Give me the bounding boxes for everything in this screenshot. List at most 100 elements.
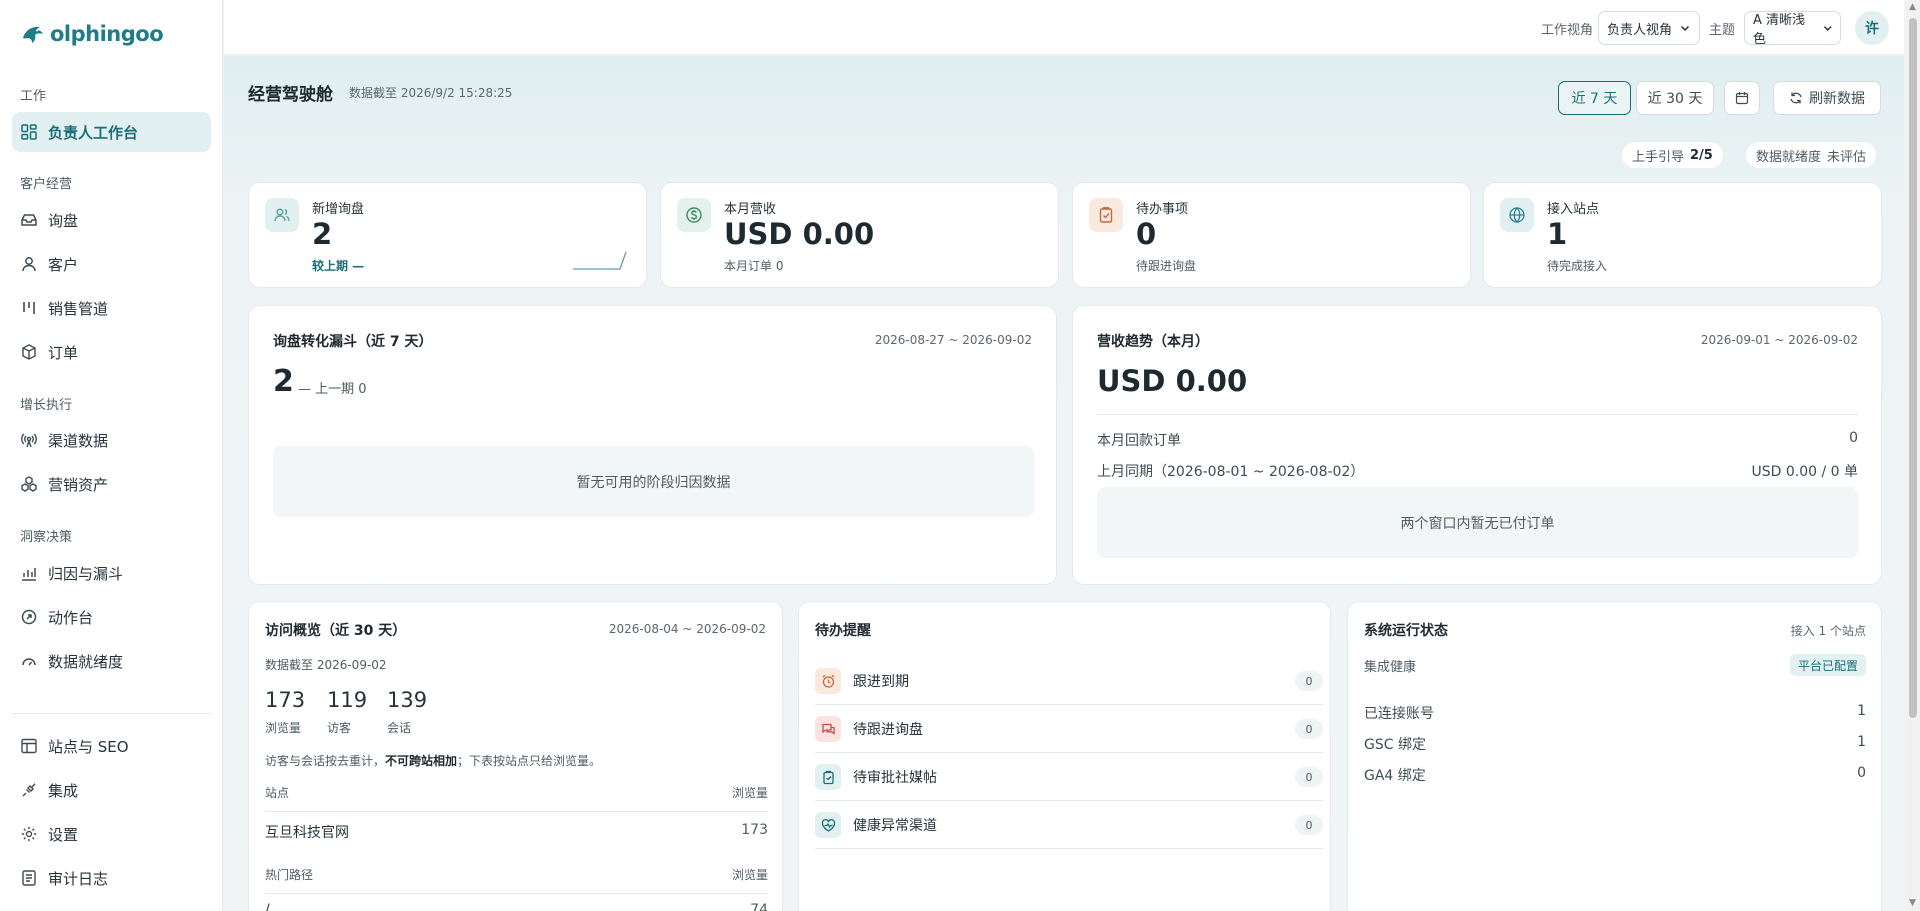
reminder-count: 0: [1295, 815, 1323, 835]
kpi-sub: 待完成接入: [1547, 259, 1608, 273]
chevron-down-icon: [1823, 26, 1832, 31]
onboarding-pill[interactable]: 上手引导 2/5: [1622, 142, 1723, 168]
broadcast-icon: [21, 433, 37, 448]
sidebar-item-settings[interactable]: 设置: [12, 814, 211, 854]
revenue-empty-state: 两个窗口内暂无已付订单: [1097, 487, 1858, 558]
logo[interactable]: olphingoo: [20, 20, 164, 48]
assets-icon: [21, 476, 37, 492]
revenue-card: 营收趋势（本月） 2026-09-01 ~ 2026-09-02 USD 0.0…: [1072, 305, 1882, 585]
logo-text: olphingoo: [50, 22, 164, 46]
plug-icon: [22, 783, 36, 797]
sidebar-item-label: 客户: [48, 255, 79, 274]
revenue-row-label: 本月回款订单: [1097, 433, 1181, 449]
reminder-item-followup-due[interactable]: 跟进到期 0: [815, 658, 1323, 705]
system-row-label: 已连接账号: [1364, 706, 1434, 722]
avatar[interactable]: 许: [1855, 11, 1889, 45]
reminder-count: 0: [1295, 767, 1323, 787]
nav-section-growth: 增长执行: [20, 398, 73, 413]
onboarding-value: 2/5: [1690, 147, 1713, 163]
revenue-value: USD 0.00: [1097, 364, 1248, 398]
sidebar-item-label: 动作台: [48, 608, 94, 627]
sidebar-item-actions[interactable]: 动作台: [12, 597, 211, 637]
reminder-item-social-approval[interactable]: 待审批社媒帖 0: [815, 754, 1323, 801]
sidebar-item-owner-workbench[interactable]: 负责人工作台: [12, 112, 211, 152]
visits-as-of: 数据截至 2026-09-02: [265, 658, 387, 672]
reminders-card: 待办提醒 跟进到期 0 待跟进询盘 0 待审批社媒帖 0 健康异常渠道 0: [798, 601, 1331, 911]
visits-title: 访问概览（近 30 天）: [265, 623, 407, 639]
sidebar-item-sites-seo[interactable]: 站点与 SEO: [12, 726, 211, 766]
kpi-card-todos[interactable]: 待办事项 0 待跟进询盘: [1072, 182, 1471, 288]
sidebar-item-label: 询盘: [48, 211, 79, 230]
sidebar-divider: [12, 713, 211, 714]
action-icon: [21, 609, 37, 625]
system-row-value: 1: [1857, 734, 1866, 750]
visits-note: 访客与会话按去重计，不可跨站相加；下表按站点只给浏览量。: [265, 754, 602, 768]
gauge-icon: [22, 658, 36, 666]
view-select-value: 负责人视角: [1607, 22, 1673, 38]
sidebar-item-customers[interactable]: 客户: [12, 244, 211, 284]
status-badge: 平台已配置: [1789, 654, 1866, 676]
readiness-pill[interactable]: 数据就绪度 未评估: [1746, 142, 1877, 168]
visits-stat-value: 173: [265, 688, 306, 712]
reminder-count: 0: [1295, 719, 1323, 739]
reminder-item-pending-inquiries[interactable]: 待跟进询盘 0: [815, 706, 1323, 753]
theme-select-value: A 清晰浅色: [1753, 13, 1806, 47]
sidebar-item-label: 数据就绪度: [48, 652, 124, 671]
view-label: 工作视角: [1541, 23, 1594, 38]
site-icon: [21, 738, 37, 754]
sidebar-item-data-readiness[interactable]: 数据就绪度: [12, 641, 211, 681]
kpi-sub: 待跟进询盘: [1136, 259, 1197, 273]
visits-stat-label: 浏览量: [265, 721, 302, 735]
dolphin-logo-icon: [23, 26, 43, 43]
onboarding-label: 上手引导: [1632, 149, 1685, 165]
range-30-days-button[interactable]: 近 30 天: [1636, 81, 1714, 115]
kpi-card-new-inquiries[interactable]: 新增询盘 2 较上期 —: [248, 182, 647, 288]
sidebar-item-attribution[interactable]: 归因与漏斗: [12, 553, 211, 593]
revenue-date: 2026-09-01 ~ 2026-09-02: [1700, 333, 1858, 347]
sidebar-item-pipeline[interactable]: 销售管道: [12, 288, 211, 328]
kpi-label: 待办事项: [1136, 202, 1189, 217]
visits-stat-label: 访客: [327, 721, 352, 735]
nav-section-work: 工作: [20, 89, 47, 104]
dollar-icon: [677, 198, 711, 232]
sidebar-item-label: 渠道数据: [48, 431, 109, 450]
sidebar-item-marketing-assets[interactable]: 营销资产: [12, 464, 211, 504]
kpi-sub: 较上期 —: [312, 259, 365, 273]
refresh-button[interactable]: 刷新数据: [1773, 81, 1881, 115]
sidebar-item-audit-log[interactable]: 审计日志: [12, 858, 211, 898]
kpi-label: 新增询盘: [312, 202, 365, 217]
alarm-icon: [815, 668, 841, 694]
system-row-label: GSC 绑定: [1364, 737, 1426, 753]
page-subtitle: 数据截至 2026/9/2 15:28:25: [349, 86, 513, 100]
sidebar-item-label: 销售管道: [48, 299, 109, 318]
page-scrollbar[interactable]: ▲ ▼: [1906, 0, 1920, 911]
scroll-up-icon[interactable]: ▲: [1909, 2, 1916, 12]
readiness-label: 数据就绪度: [1756, 149, 1822, 165]
kpi-card-monthly-revenue[interactable]: 本月营收 USD 0.00 本月订单 0: [660, 182, 1059, 288]
sidebar-item-orders[interactable]: 订单: [12, 332, 211, 372]
system-status-card: 系统运行状态 接入 1 个站点 集成健康 平台已配置 已连接账号 1 GSC 绑…: [1347, 601, 1882, 911]
readiness-value: 未评估: [1827, 149, 1867, 165]
visits-stat-value: 119: [327, 688, 368, 712]
sidebar-item-label: 审计日志: [48, 869, 109, 888]
visits-stat-value: 139: [387, 688, 428, 712]
view-select[interactable]: 负责人视角: [1598, 11, 1700, 45]
reminder-item-unhealthy-channels[interactable]: 健康异常渠道 0: [815, 802, 1323, 849]
sidebar-item-integrations[interactable]: 集成: [12, 770, 211, 810]
log-icon: [22, 870, 36, 886]
theme-select[interactable]: A 清晰浅色: [1744, 11, 1841, 47]
calendar-button[interactable]: [1724, 81, 1760, 115]
system-row-value: 1: [1857, 703, 1866, 719]
sidebar-item-inquiries[interactable]: 询盘: [12, 200, 211, 240]
inbox-icon: [21, 214, 37, 226]
funnel-empty-state: 暂无可用的阶段归因数据: [273, 446, 1034, 517]
sidebar-item-channel-data[interactable]: 渠道数据: [12, 420, 211, 460]
visits-stat-label: 会话: [387, 721, 412, 735]
scroll-down-icon[interactable]: ▼: [1909, 898, 1916, 908]
revenue-prev-label: 上月同期（2026-08-01 ~ 2026-08-02）: [1097, 464, 1365, 480]
kpi-card-sites[interactable]: 接入站点 1 待完成接入: [1483, 182, 1882, 288]
scrollbar-thumb[interactable]: [1909, 18, 1917, 718]
heart-pulse-icon: [815, 812, 841, 838]
range-7-days-button[interactable]: 近 7 天: [1558, 81, 1631, 115]
funnel-value: 2: [273, 364, 294, 399]
